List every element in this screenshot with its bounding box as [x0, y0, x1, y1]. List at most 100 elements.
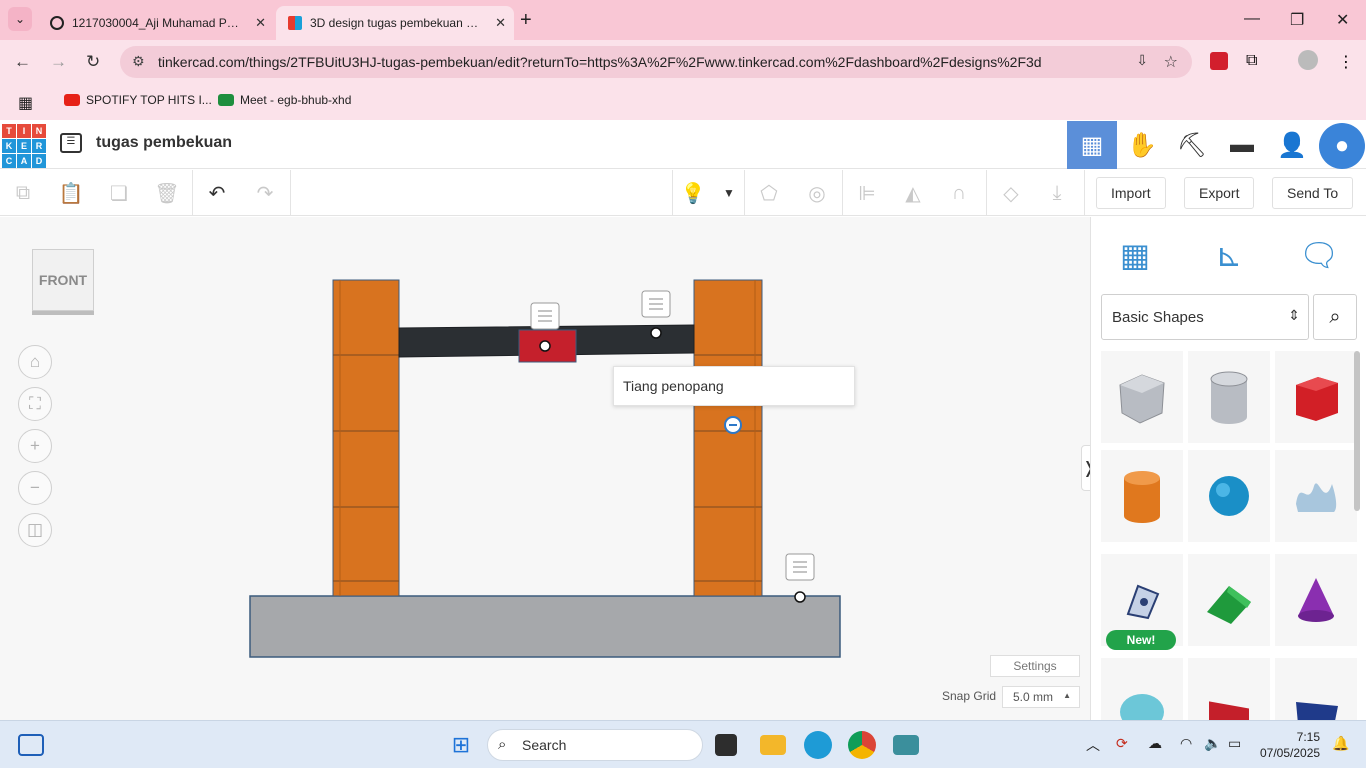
import-button[interactable]: Import — [1096, 177, 1166, 209]
clock[interactable]: 7:15 07/05/2025 — [1260, 729, 1320, 761]
design-list-icon[interactable]: ☰ — [60, 133, 82, 153]
address-bar[interactable]: ⚙ tinkercad.com/things/2TFBUitU3HJ-tugas… — [120, 46, 1192, 78]
paste-icon[interactable]: 📋 — [56, 178, 86, 208]
lego-brick-icon[interactable]: ▬ — [1217, 121, 1267, 169]
shape-round-roof[interactable] — [1101, 658, 1183, 720]
volume-icon[interactable]: 🔈 — [1204, 735, 1221, 752]
caret-up-icon: ▲ — [1063, 691, 1071, 700]
task-view-icon[interactable] — [715, 734, 737, 756]
restore-icon[interactable]: ❐ — [1290, 10, 1304, 30]
wifi-icon[interactable]: ◠ — [1180, 735, 1192, 752]
redo-icon[interactable]: ↷ — [250, 178, 280, 208]
base-plate[interactable] — [249, 595, 841, 658]
shape-roof[interactable] — [1188, 554, 1270, 646]
workplane-canvas[interactable]: FRONT ⌂ ⛶ + − ◫ Tiang penopang Settings … — [0, 217, 1090, 720]
copy-icon[interactable]: ⧉ — [8, 178, 38, 208]
mirror-icon[interactable]: ◭ — [898, 178, 928, 208]
shape-scribble[interactable] — [1275, 450, 1357, 542]
ruler-icon[interactable]: ⊾ — [1207, 233, 1251, 277]
shape-cylinder[interactable] — [1101, 450, 1183, 542]
note-tooltip[interactable]: Tiang penopang — [613, 366, 855, 406]
collapse-panel-button[interactable]: ❭ — [1081, 445, 1090, 491]
snap-grid-select[interactable]: 5.0 mm ▲ — [1002, 686, 1080, 708]
file-explorer-icon[interactable] — [760, 735, 786, 755]
profile-icon[interactable] — [1298, 50, 1318, 70]
reload-icon[interactable]: ↻ — [86, 52, 100, 72]
group-icon[interactable]: ⬠ — [754, 178, 784, 208]
taskbar-search[interactable]: ⌕ Search — [487, 729, 703, 761]
browser-menu-icon[interactable]: ⋮ — [1338, 52, 1354, 72]
battery-icon[interactable]: ▭ — [1228, 735, 1241, 752]
bookmark-star-icon[interactable]: ☆ — [1164, 52, 1178, 72]
undo-icon[interactable]: ↶ — [202, 178, 232, 208]
notes-icon[interactable]: 🗨 — [1297, 233, 1341, 277]
shape-box[interactable] — [1275, 351, 1357, 443]
close-window-icon[interactable]: ✕ — [1336, 10, 1349, 30]
note-marker[interactable] — [785, 553, 815, 603]
shape-box-hole[interactable] — [1101, 351, 1183, 443]
install-app-icon[interactable]: ⇩ — [1136, 52, 1148, 69]
workplane-icon[interactable]: ◇ — [996, 178, 1026, 208]
settings-button[interactable]: Settings — [990, 655, 1080, 677]
notification-icon[interactable]: 🔔 — [1332, 735, 1349, 752]
edge-icon[interactable] — [804, 731, 832, 759]
apps-grid-icon[interactable]: ▦ — [18, 93, 33, 113]
site-info-icon[interactable]: ⚙ — [132, 53, 145, 70]
forward-icon[interactable]: → — [50, 52, 67, 72]
bookmark-meet[interactable]: Meet - egb-bhub-xhd — [218, 93, 351, 107]
chrome-icon[interactable] — [848, 731, 876, 759]
shape-text[interactable] — [1188, 658, 1270, 720]
tray-cloud-off-icon[interactable]: ☁ — [1148, 735, 1162, 752]
user-avatar[interactable]: ● — [1319, 123, 1365, 169]
right-column[interactable] — [693, 279, 763, 597]
logo-letter: D — [32, 154, 46, 168]
blocks-mode-icon[interactable]: ✋ — [1117, 121, 1167, 169]
3d-view-grid-icon[interactable]: ▦ — [1067, 121, 1117, 169]
shape-cylinder-hole[interactable] — [1188, 351, 1270, 443]
bookmark-spotify[interactable]: SPOTIFY TOP HITS I... — [64, 93, 212, 107]
tab-search-button[interactable]: ⌄ — [8, 7, 32, 31]
design-title[interactable]: tugas pembekuan — [96, 134, 232, 152]
tray-sync-icon[interactable]: ⟳ — [1116, 735, 1128, 752]
add-user-icon[interactable]: 👤 — [1267, 121, 1317, 169]
shape-category-select[interactable]: Basic Shapes ⇕ — [1101, 294, 1309, 340]
align-icon[interactable]: ⊫ — [852, 178, 882, 208]
shape-polygon[interactable] — [1275, 658, 1357, 720]
dropdown-icon[interactable]: ▼ — [714, 178, 744, 208]
active-note-handle[interactable] — [724, 416, 742, 434]
app-window-icon[interactable] — [893, 735, 919, 755]
extensions-puzzle-icon[interactable]: ⧉ — [1246, 52, 1257, 70]
bricks-pickaxe-icon[interactable]: ⛏ — [1167, 121, 1217, 169]
new-tab-button[interactable]: + — [520, 9, 532, 32]
shape-new-pen[interactable]: New! — [1101, 554, 1183, 650]
toolbar-divider — [744, 170, 745, 216]
tray-chevron-icon[interactable]: ︿ — [1086, 735, 1100, 755]
widgets-icon[interactable] — [18, 734, 44, 756]
extension-red-icon[interactable] — [1210, 52, 1228, 70]
ungroup-icon[interactable]: ◎ — [802, 178, 832, 208]
close-tab-icon[interactable]: ✕ — [255, 15, 266, 31]
cruise-magnet-icon[interactable]: ∩ — [944, 178, 974, 208]
delete-icon[interactable]: 🗑 — [152, 178, 182, 208]
send-to-button[interactable]: Send To — [1272, 177, 1354, 209]
panel-scrollbar[interactable] — [1354, 351, 1360, 511]
tab-active[interactable]: 3D design tugas pembekuan - Tinkercad ✕ — [276, 6, 514, 40]
light-bulb-icon[interactable]: 💡 — [678, 178, 708, 208]
logo-letter: T — [2, 124, 16, 138]
back-icon[interactable]: ← — [14, 52, 31, 72]
tinkercad-logo[interactable]: T I N K E R C A D — [2, 124, 46, 168]
shape-search-icon[interactable]: ⌕ — [1313, 294, 1357, 340]
tab-inactive[interactable]: 1217030004_Aji Muhamad Pranata ✕ — [38, 6, 274, 40]
left-column[interactable] — [332, 279, 400, 597]
shape-sphere[interactable] — [1188, 450, 1270, 542]
close-tab-icon[interactable]: ✕ — [495, 15, 506, 31]
shape-cone[interactable] — [1275, 554, 1357, 646]
workplane-grid-icon[interactable]: ▦ — [1113, 233, 1157, 277]
minimize-icon[interactable]: — — [1244, 10, 1260, 28]
duplicate-icon[interactable]: ❏ — [104, 178, 134, 208]
export-button[interactable]: Export — [1184, 177, 1255, 209]
browser-tab-bar: ⌄ 1217030004_Aji Muhamad Pranata ✕ 3D de… — [0, 0, 1366, 40]
windows-start-icon[interactable]: ⊞ — [447, 731, 475, 759]
drop-icon[interactable]: ⤓ — [1042, 178, 1072, 208]
3d-scene[interactable] — [0, 217, 1090, 720]
